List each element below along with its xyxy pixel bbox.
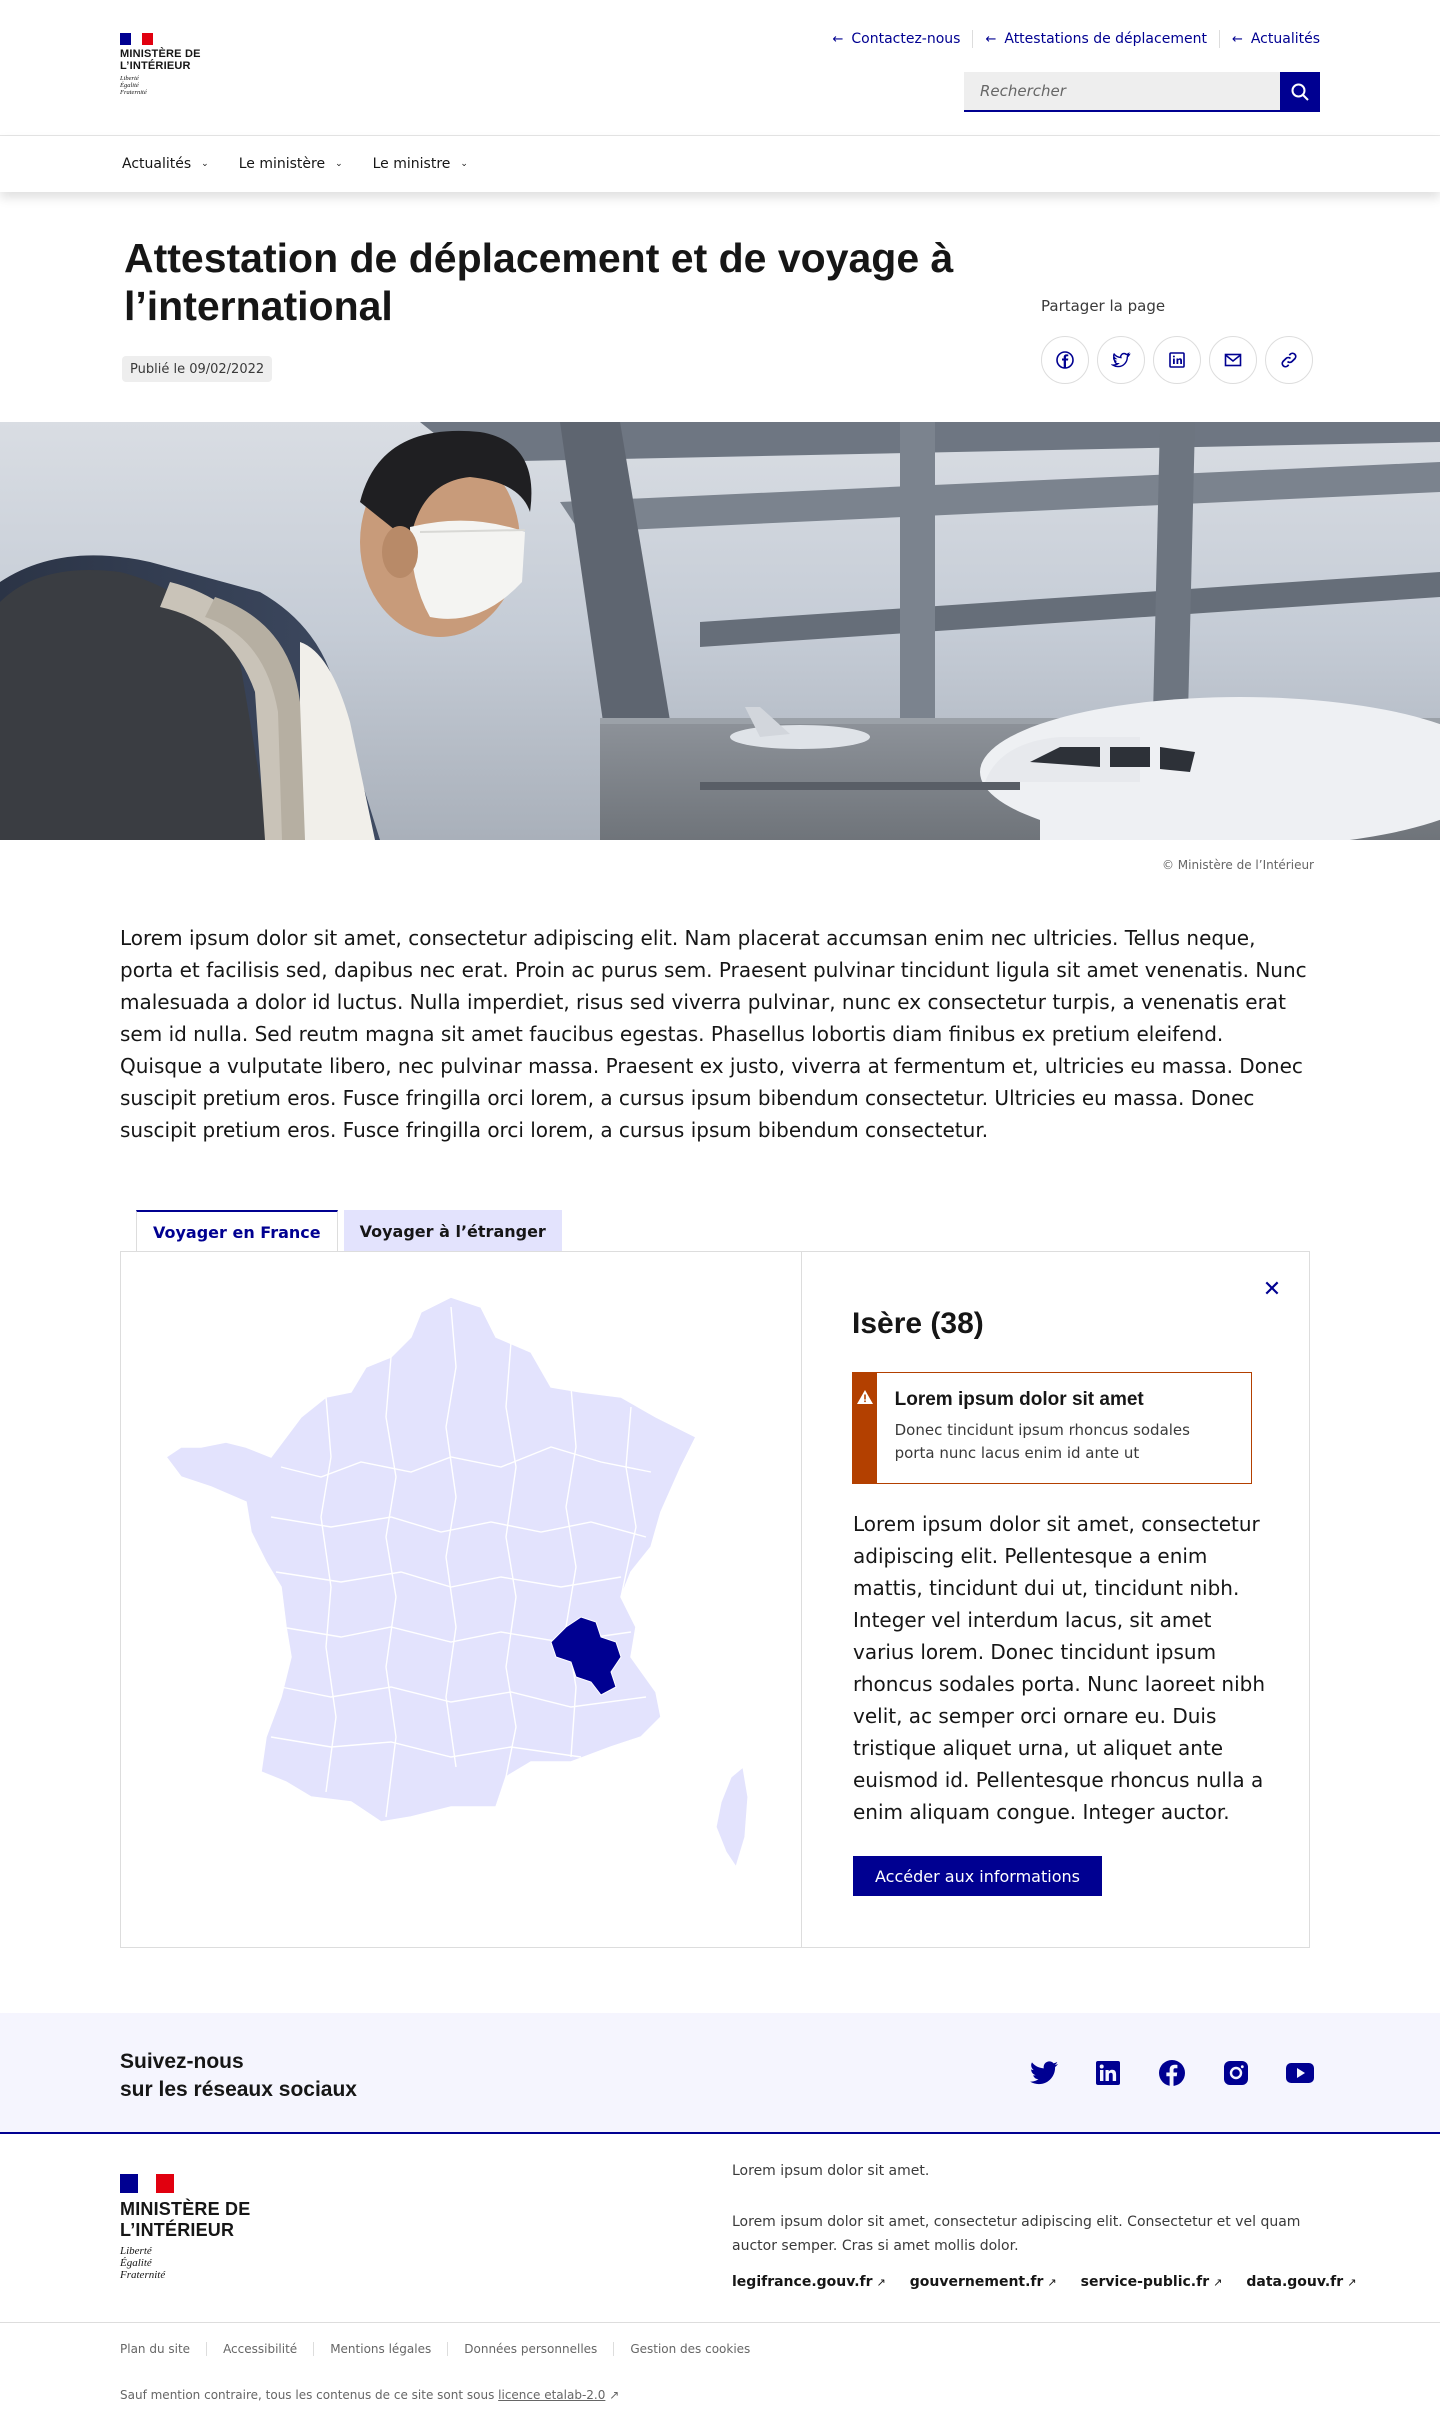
share-buttons — [1041, 336, 1321, 384]
linkedin-icon — [1096, 2061, 1120, 2085]
tab-voyager-etranger[interactable]: Voyager à l’étranger — [343, 1210, 562, 1252]
logo-motto: Liberté Égalité Fraternité — [120, 75, 147, 96]
arrow-left-icon: ← — [1231, 31, 1243, 47]
linkedin-link[interactable] — [1094, 2059, 1122, 2087]
facebook-icon — [1159, 2060, 1185, 2086]
hero-image-traveler-airport — [0, 422, 1440, 840]
main-navigation: Actualités ⌄ Le ministère ⌄ Le ministre ⌄ — [0, 136, 1440, 192]
footer-privacy-link[interactable]: Données personnelles — [447, 2342, 613, 2356]
share-copy-link-button[interactable] — [1265, 336, 1313, 384]
marianne-flag — [120, 2174, 174, 2193]
instagram-link[interactable] — [1222, 2059, 1250, 2087]
footer-sitemap-link[interactable]: Plan du site — [120, 2342, 206, 2356]
footer-link-gouvernement[interactable]: gouvernement.fr ↗ — [910, 2274, 1057, 2290]
footer-legal-link[interactable]: Mentions légales — [313, 2342, 447, 2356]
link-icon — [1281, 352, 1297, 368]
footer-cookies-link[interactable]: Gestion des cookies — [613, 2342, 766, 2356]
arrow-left-icon: ← — [985, 31, 997, 47]
external-link-icon: ↗ — [1047, 2275, 1057, 2289]
warning-alert: Lorem ipsum dolor sit amet Donec tincidu… — [852, 1372, 1252, 1484]
arrow-left-icon: ← — [832, 31, 844, 47]
map-corsica[interactable] — [715, 1765, 749, 1869]
instagram-icon — [1224, 2061, 1248, 2085]
marianne-flag — [120, 33, 153, 45]
france-department-map[interactable] — [151, 1297, 751, 1897]
access-info-button[interactable]: Accéder aux informations — [853, 1856, 1102, 1896]
attestations-link[interactable]: ← Attestations de déplacement — [973, 31, 1218, 47]
alert-text: Donec tincidunt ipsum rhoncus sodales po… — [894, 1421, 1190, 1462]
follow-title: Suivez-nous sur les réseaux sociaux — [120, 2050, 357, 2101]
twitter-icon — [1111, 352, 1131, 368]
footer-bottom-links: Plan du site Accessibilité Mentions léga… — [120, 2342, 766, 2356]
chevron-down-icon: ⌄ — [335, 159, 343, 169]
site-header: MINISTÈRE DE L’INTÉRIEUR Liberté Égalité… — [0, 0, 1440, 136]
youtube-icon — [1286, 2063, 1314, 2083]
share-label: Partager la page — [1041, 297, 1166, 315]
map-france-mainland[interactable] — [164, 1297, 698, 1823]
nav-minister[interactable]: Le ministre ⌄ — [373, 136, 468, 192]
alert-title: Lorem ipsum dolor sit amet — [894, 1389, 1144, 1410]
nav-ministry[interactable]: Le ministère ⌄ — [239, 136, 343, 192]
footer-description-long: Lorem ipsum dolor sit amet, consectetur … — [732, 2214, 1301, 2254]
image-credit: © Ministère de l’Intérieur — [1161, 858, 1314, 872]
twitter-link[interactable] — [1030, 2059, 1058, 2087]
intro-paragraph: Lorem ipsum dolor sit amet, consectetur … — [120, 926, 1307, 1142]
footer-link-service-public[interactable]: service-public.fr ↗ — [1081, 2274, 1223, 2290]
tab-list: Voyager en France Voyager à l’étranger — [136, 1210, 562, 1252]
licence-notice: Sauf mention contraire, tous les contenu… — [120, 2388, 620, 2402]
facebook-icon — [1056, 351, 1074, 369]
search-icon — [1291, 83, 1309, 101]
logo-title: MINISTÈRE DE L’INTÉRIEUR — [120, 48, 201, 72]
footer-external-links: legifrance.gouv.fr ↗ gouvernement.fr ↗ ser… — [732, 2274, 1380, 2290]
mail-icon — [1224, 353, 1242, 367]
page-title: Attestation de déplacement et de voyage … — [124, 235, 954, 329]
department-description: Lorem ipsum dolor sit amet, consectetur … — [853, 1512, 1266, 1824]
share-mail-button[interactable] — [1209, 336, 1257, 384]
footer-link-legifrance[interactable]: legifrance.gouv.fr ↗ — [732, 2274, 886, 2290]
footer-description-short: Lorem ipsum dolor sit amet. — [732, 2163, 930, 2179]
external-link-icon: ↗ — [876, 2275, 886, 2289]
footer-accessibility-link[interactable]: Accessibilité — [206, 2342, 313, 2356]
search-bar: Rechercher — [964, 72, 1320, 112]
social-links — [994, 2059, 1314, 2087]
footer-logo-title: MINISTÈRE DE L’INTÉRIEUR — [120, 2199, 251, 2240]
twitter-icon — [1030, 2061, 1058, 2085]
share-linkedin-button[interactable] — [1153, 336, 1201, 384]
facebook-link[interactable] — [1158, 2059, 1186, 2087]
external-link-icon: ↗ — [1213, 2275, 1223, 2289]
department-title: Isère (38) — [852, 1307, 984, 1340]
external-link-icon: ↗ — [1347, 2275, 1357, 2289]
chevron-down-icon: ⌄ — [201, 159, 209, 169]
footer-ministry-logo[interactable]: MINISTÈRE DE L’INTÉRIEUR Liberté Égalité… — [120, 2174, 250, 2281]
footer-link-data-gouv[interactable]: data.gouv.fr ↗ — [1246, 2274, 1356, 2290]
search-button[interactable] — [1280, 72, 1320, 112]
nav-news[interactable]: Actualités ⌄ — [122, 136, 209, 192]
news-link[interactable]: ← Actualités — [1220, 31, 1320, 47]
chevron-down-icon: ⌄ — [460, 159, 468, 169]
header-quick-links: ← Contactez-nous ← Attestations de déplace… — [820, 30, 1320, 48]
external-link-icon: ↗ — [609, 2388, 620, 2402]
contact-link[interactable]: ← Contactez-nous — [820, 31, 972, 47]
footer-logo-motto: Liberté Égalité Fraternité — [120, 2245, 166, 2281]
licence-link[interactable]: licence etalab-2.0 — [498, 2388, 605, 2402]
published-date-badge: Publié le 09/02/2022 — [122, 356, 273, 382]
close-icon: ✕ — [1262, 1276, 1282, 1302]
close-panel-button[interactable]: ✕ — [1260, 1276, 1284, 1302]
share-facebook-button[interactable] — [1041, 336, 1089, 384]
warning-icon — [856, 1390, 873, 1404]
youtube-link[interactable] — [1286, 2059, 1314, 2087]
social-follow-banner: Suivez-nous sur les réseaux sociaux — [0, 2013, 1440, 2134]
tab-voyager-france[interactable]: Voyager en France — [136, 1210, 338, 1252]
search-input[interactable]: Rechercher — [964, 72, 1280, 112]
footer-divider — [0, 2322, 1440, 2323]
linkedin-icon — [1169, 352, 1185, 368]
ministry-logo[interactable]: MINISTÈRE DE L’INTÉRIEUR Liberté Égalité… — [120, 33, 201, 96]
alert-bar — [853, 1373, 877, 1483]
share-twitter-button[interactable] — [1097, 336, 1145, 384]
